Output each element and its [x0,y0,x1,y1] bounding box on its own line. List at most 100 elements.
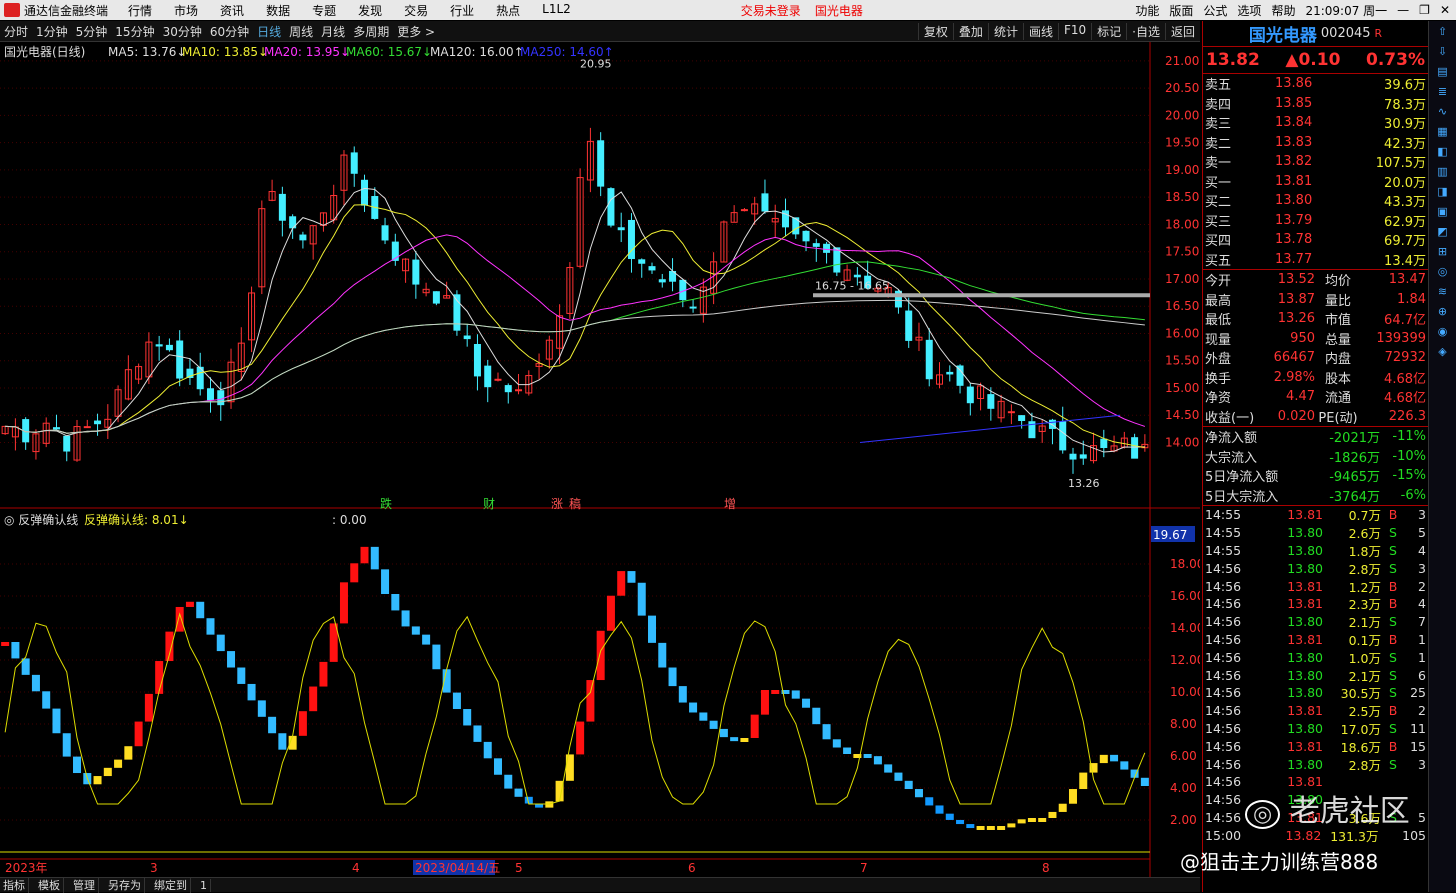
candle-body [761,193,769,212]
menu-item-8[interactable]: 热点 [496,2,520,19]
side-icon-14[interactable]: ⊕ [1429,301,1456,321]
tab-8[interactable]: 月线 [317,23,349,40]
menu-item-4[interactable]: 专题 [312,2,336,19]
right-menu-2[interactable]: 公式 [1203,2,1227,19]
restore-icon[interactable]: ❐ [1419,3,1430,17]
tab-4[interactable]: 30分钟 [159,23,206,40]
stat-value2: 72932 [1384,350,1426,366]
x-label: 3 [150,861,158,875]
candle-body [966,386,974,404]
side-icon-6[interactable]: ◧ [1429,141,1456,161]
book-row: 卖一 13.82 107.5万 [1203,152,1428,172]
menu-item-6[interactable]: 交易 [404,2,428,19]
tool-6[interactable]: ·自选 [1126,22,1165,40]
side-icon-0[interactable]: ⇧ [1429,21,1456,41]
ind-bar [966,824,975,829]
login-alert[interactable]: 交易未登录 [741,2,801,19]
candle-body [155,344,163,347]
side-icon-4[interactable]: ∿ [1429,101,1456,121]
y-tick: 19.00 [1165,163,1199,177]
tab-5[interactable]: 60分钟 [206,23,253,40]
stat-value: 4.47 [1286,389,1315,405]
stat-value: 950 [1290,330,1315,346]
menu-item-0[interactable]: 行情 [128,2,152,19]
side-icon-16[interactable]: ◈ [1429,341,1456,361]
tool-1[interactable]: 叠加 [952,22,988,40]
stat-label2: 内盘 [1324,352,1351,368]
x-label: 5 [515,861,523,875]
side-icon-15[interactable]: ◉ [1429,321,1456,341]
candle-body [607,188,615,226]
high-label: 20.95 [580,58,612,71]
close-icon[interactable]: ✕ [1440,3,1450,17]
tool-5[interactable]: 标记 [1091,22,1126,40]
tool-7[interactable]: 返回 [1164,22,1200,40]
stat-label: 净资 [1205,391,1232,407]
side-icon-10[interactable]: ◩ [1429,221,1456,241]
ind-bar [298,711,307,736]
side-icon-1[interactable]: ⇩ [1429,41,1456,61]
ind-y-tick: 4.00 [1170,781,1197,795]
bottom-tab-0[interactable]: 指标 [0,877,29,893]
tab-10[interactable]: 更多 > [393,23,439,40]
ind-bar [678,686,687,703]
tool-3[interactable]: 画线 [1022,22,1058,40]
ind-bar [976,826,985,830]
menu-item-7[interactable]: 行业 [450,2,474,19]
bottom-tab-1[interactable]: 模板 [35,877,64,893]
side-icon-3[interactable]: ≣ [1429,81,1456,101]
book-vol: 42.3万 [1384,136,1426,152]
book-row: 买五 13.77 13.4万 [1203,250,1428,270]
ind-bar [31,674,40,692]
candle-body [350,152,358,174]
menu-item-5[interactable]: 发现 [358,2,382,19]
ind-bar [21,658,30,675]
right-menu-0[interactable]: 功能 [1135,2,1159,19]
bottom-tab-3[interactable]: 另存为 [105,877,145,893]
tab-6[interactable]: 日线 [253,23,285,40]
tick-count: 2 [1418,578,1426,594]
tab-3[interactable]: 15分钟 [111,23,158,40]
menu-item-2[interactable]: 资讯 [220,2,244,19]
bottom-tab-2[interactable]: 管理 [70,877,99,893]
bottom-tab-4[interactable]: 绑定到 [151,877,191,893]
side-icon-8[interactable]: ◨ [1429,181,1456,201]
side-icon-7[interactable]: ▥ [1429,161,1456,181]
tick-vol: 1.8万 [1348,544,1381,559]
side-icon-9[interactable]: ▣ [1429,201,1456,221]
stat-value2: 139399 [1376,330,1426,346]
ind-bar [206,618,215,635]
minimize-icon[interactable]: — [1397,3,1409,17]
bottom-tab-5[interactable]: 1 [197,878,211,892]
tick-time: 14:56 [1205,756,1242,772]
tab-9[interactable]: 多周期 [349,23,393,40]
tab-1[interactable]: 1分钟 [32,23,72,40]
side-icon-13[interactable]: ≋ [1429,281,1456,301]
side-icon-12[interactable]: ◎ [1429,261,1456,281]
ind-bar [401,610,410,627]
tab-7[interactable]: 周线 [285,23,317,40]
side-icon-11[interactable]: ⊞ [1429,241,1456,261]
tick-time: 14:56 [1205,685,1242,701]
tab-2[interactable]: 5分钟 [72,23,112,40]
ind-bar [11,642,20,659]
tool-2[interactable]: 统计 [987,22,1023,40]
ind-bar [155,661,164,694]
candle-body [52,427,60,430]
right-menu-4[interactable]: 帮助 [1271,2,1295,19]
right-menu-3[interactable]: 选项 [1237,2,1261,19]
menu-item-1[interactable]: 市场 [174,2,198,19]
tab-0[interactable]: 分时 [0,23,32,40]
menu-item-9[interactable]: L1L2 [542,2,571,19]
candle-body [802,230,810,242]
menu-item-3[interactable]: 数据 [266,2,290,19]
ind-bar [1027,818,1036,822]
right-menu-1[interactable]: 版面 [1169,2,1193,19]
side-icon-5[interactable]: ▦ [1429,121,1456,141]
side-icon-2[interactable]: ▤ [1429,61,1456,81]
stat-value: 13.87 [1277,291,1315,307]
kline-chart[interactable]: 14.00 14.50 15.00 15.50 16.00 16.50 17.00 17.50… [0,42,1200,877]
tool-4[interactable]: F10 [1057,22,1091,40]
tool-0[interactable]: 复权 [917,22,953,40]
flow-table: 净流入额 -2021万 -11% 大宗流入 -1826万 -10% 5日净流入额 -9465万… [1203,427,1428,506]
